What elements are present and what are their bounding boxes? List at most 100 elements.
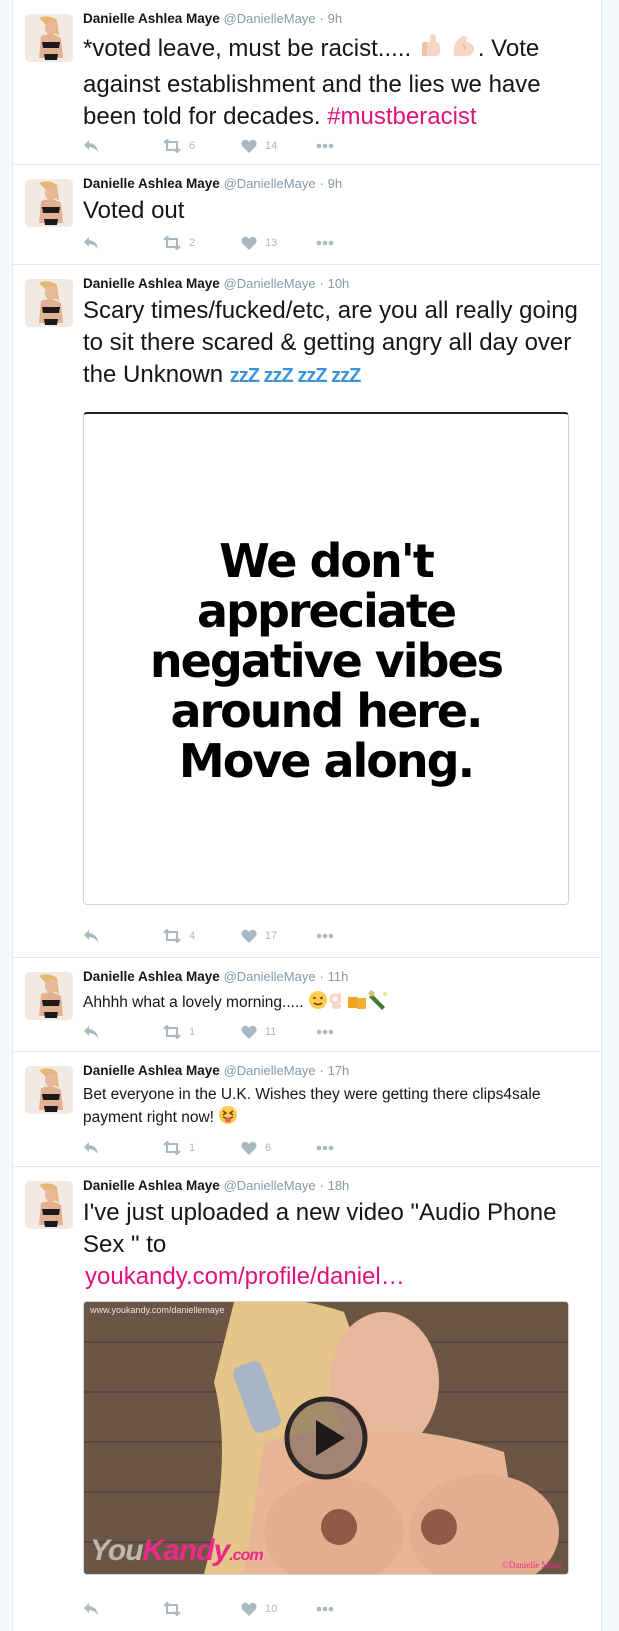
- reply-button[interactable]: [83, 136, 99, 156]
- tweet[interactable]: Danielle Ashlea Maye @DanielleMaye · 9h …: [13, 165, 601, 265]
- reply-icon: [84, 1603, 98, 1615]
- retweet-count: 6: [189, 140, 196, 152]
- tweet[interactable]: Danielle Ashlea Maye @DanielleMaye · 17h…: [13, 1052, 601, 1167]
- brand-logo-part: .com: [229, 1547, 263, 1564]
- tweet-text: Voted out: [83, 197, 185, 224]
- timestamp[interactable]: 18h: [328, 1178, 350, 1193]
- timeline: Danielle Ashlea Maye @DanielleMaye · 9h …: [12, 0, 602, 1631]
- reply-button[interactable]: [83, 926, 99, 946]
- like-icon: [241, 139, 257, 153]
- reply-button[interactable]: [83, 233, 99, 253]
- retweet-button[interactable]: 2: [163, 233, 195, 253]
- like-count: 6: [265, 1142, 272, 1154]
- author-handle[interactable]: @DanielleMaye: [224, 11, 316, 26]
- like-button[interactable]: 14: [241, 136, 277, 156]
- retweet-button[interactable]: 1: [163, 1022, 195, 1042]
- avatar[interactable]: [25, 1066, 73, 1114]
- author-name[interactable]: Danielle Ashlea Maye: [83, 1178, 220, 1193]
- tweet[interactable]: Danielle Ashlea Maye @DanielleMaye · 11h…: [13, 958, 601, 1052]
- timestamp[interactable]: 9h: [328, 176, 342, 191]
- more-button[interactable]: [316, 233, 334, 253]
- author-handle[interactable]: @DanielleMaye: [224, 276, 316, 291]
- timestamp[interactable]: 10h: [328, 276, 350, 291]
- tweet-text: Scary times/fucked/etc, are you all real…: [83, 295, 587, 392]
- flexed-biceps-emoji: [448, 30, 478, 69]
- avatar[interactable]: [25, 279, 73, 327]
- reply-button[interactable]: [83, 1599, 99, 1619]
- timestamp[interactable]: 17h: [328, 1063, 350, 1078]
- image-quote-line: appreciate: [196, 584, 457, 638]
- retweet-icon: [163, 1141, 181, 1155]
- avatar[interactable]: [25, 14, 73, 62]
- reply-icon: [84, 1142, 98, 1154]
- reply-button[interactable]: [83, 1138, 99, 1158]
- more-button[interactable]: [316, 926, 334, 946]
- tweet-text: I've just uploaded a new video "Audio Ph…: [83, 1199, 557, 1258]
- separator: ·: [319, 176, 324, 191]
- tweet-link[interactable]: youkandy.com/profile/daniel…: [85, 1263, 405, 1290]
- tweet-actions: 2 13: [83, 233, 383, 253]
- like-button[interactable]: 17: [241, 926, 277, 946]
- retweet-button[interactable]: 6: [163, 136, 195, 156]
- avatar[interactable]: [25, 972, 73, 1020]
- more-button[interactable]: [316, 136, 334, 156]
- winking-face-emoji: [308, 990, 328, 1016]
- video-thumbnail[interactable]: www.youkandy.com/daniellemaye YouKandy.c…: [83, 1301, 569, 1575]
- like-icon: [241, 1025, 257, 1039]
- hashtag-link[interactable]: #mustberacist: [327, 103, 476, 130]
- tweet-image[interactable]: We don't appreciate negative vibes aroun…: [83, 412, 569, 905]
- author-name[interactable]: Danielle Ashlea Maye: [83, 1063, 220, 1078]
- tweet-actions: 1 6: [83, 1138, 383, 1158]
- author-name[interactable]: Danielle Ashlea Maye: [83, 176, 220, 191]
- retweet-icon: [163, 929, 181, 943]
- video-watermark-url: www.youkandy.com/daniellemaye: [90, 1305, 225, 1315]
- retweet-button[interactable]: [163, 1599, 189, 1619]
- like-button[interactable]: 6: [241, 1138, 271, 1158]
- video-credit: ©Danielle Maye: [501, 1560, 562, 1570]
- tweet[interactable]: Danielle Ashlea Maye @DanielleMaye · 10h…: [13, 265, 601, 958]
- like-icon: [241, 1141, 257, 1155]
- bottle-emoji: [368, 990, 390, 1016]
- timestamp[interactable]: 11h: [328, 969, 349, 984]
- like-button[interactable]: 13: [241, 233, 277, 253]
- separator: ·: [319, 276, 324, 291]
- like-count: 10: [265, 1603, 278, 1615]
- tweet-text-part: Bet everyone in the U.K. Wishes they wer…: [83, 1086, 541, 1127]
- tweet[interactable]: Danielle Ashlea Maye @DanielleMaye · 18h…: [13, 1167, 601, 1631]
- more-icon: [316, 1145, 334, 1151]
- more-button[interactable]: [316, 1138, 334, 1158]
- tweet-text-part: *voted leave, must be racist.....: [83, 34, 412, 62]
- like-count: 14: [265, 140, 278, 152]
- author-handle[interactable]: @DanielleMaye: [224, 176, 316, 191]
- author-handle[interactable]: @DanielleMaye: [224, 1063, 316, 1078]
- like-button[interactable]: 10: [241, 1599, 277, 1619]
- more-button[interactable]: [316, 1022, 334, 1042]
- tweet[interactable]: Danielle Ashlea Maye @DanielleMaye · 9h …: [13, 0, 601, 165]
- more-icon: [316, 933, 334, 939]
- retweet-button[interactable]: 4: [163, 926, 195, 946]
- more-button[interactable]: [316, 1599, 334, 1619]
- timestamp[interactable]: 9h: [328, 11, 342, 26]
- avatar[interactable]: [25, 1181, 73, 1229]
- author-name[interactable]: Danielle Ashlea Maye: [83, 11, 220, 26]
- avatar[interactable]: [25, 179, 73, 227]
- tweet-text: Bet everyone in the U.K. Wishes they wer…: [83, 1084, 587, 1131]
- brand-logo: YouKandy.com: [90, 1534, 264, 1568]
- ok-hand-emoji: [328, 990, 346, 1016]
- brand-logo-part: You: [90, 1534, 144, 1567]
- like-count: 13: [265, 237, 278, 249]
- retweet-count: 2: [189, 237, 196, 249]
- reply-icon: [84, 1026, 98, 1038]
- image-quote-line: We don't: [219, 534, 435, 588]
- author-name[interactable]: Danielle Ashlea Maye: [83, 276, 220, 291]
- like-button[interactable]: 11: [241, 1022, 276, 1042]
- author-handle[interactable]: @DanielleMaye: [224, 1178, 316, 1193]
- play-icon[interactable]: [283, 1395, 369, 1481]
- retweet-button[interactable]: 1: [163, 1138, 195, 1158]
- reply-button[interactable]: [83, 1022, 99, 1042]
- author-name[interactable]: Danielle Ashlea Maye: [83, 969, 220, 984]
- retweet-icon: [163, 1025, 181, 1039]
- tweet-actions: 6 14: [83, 136, 383, 156]
- author-handle[interactable]: @DanielleMaye: [224, 969, 316, 984]
- sleeping-emoji: zzZ zzZ zzZ zzZ: [229, 365, 362, 387]
